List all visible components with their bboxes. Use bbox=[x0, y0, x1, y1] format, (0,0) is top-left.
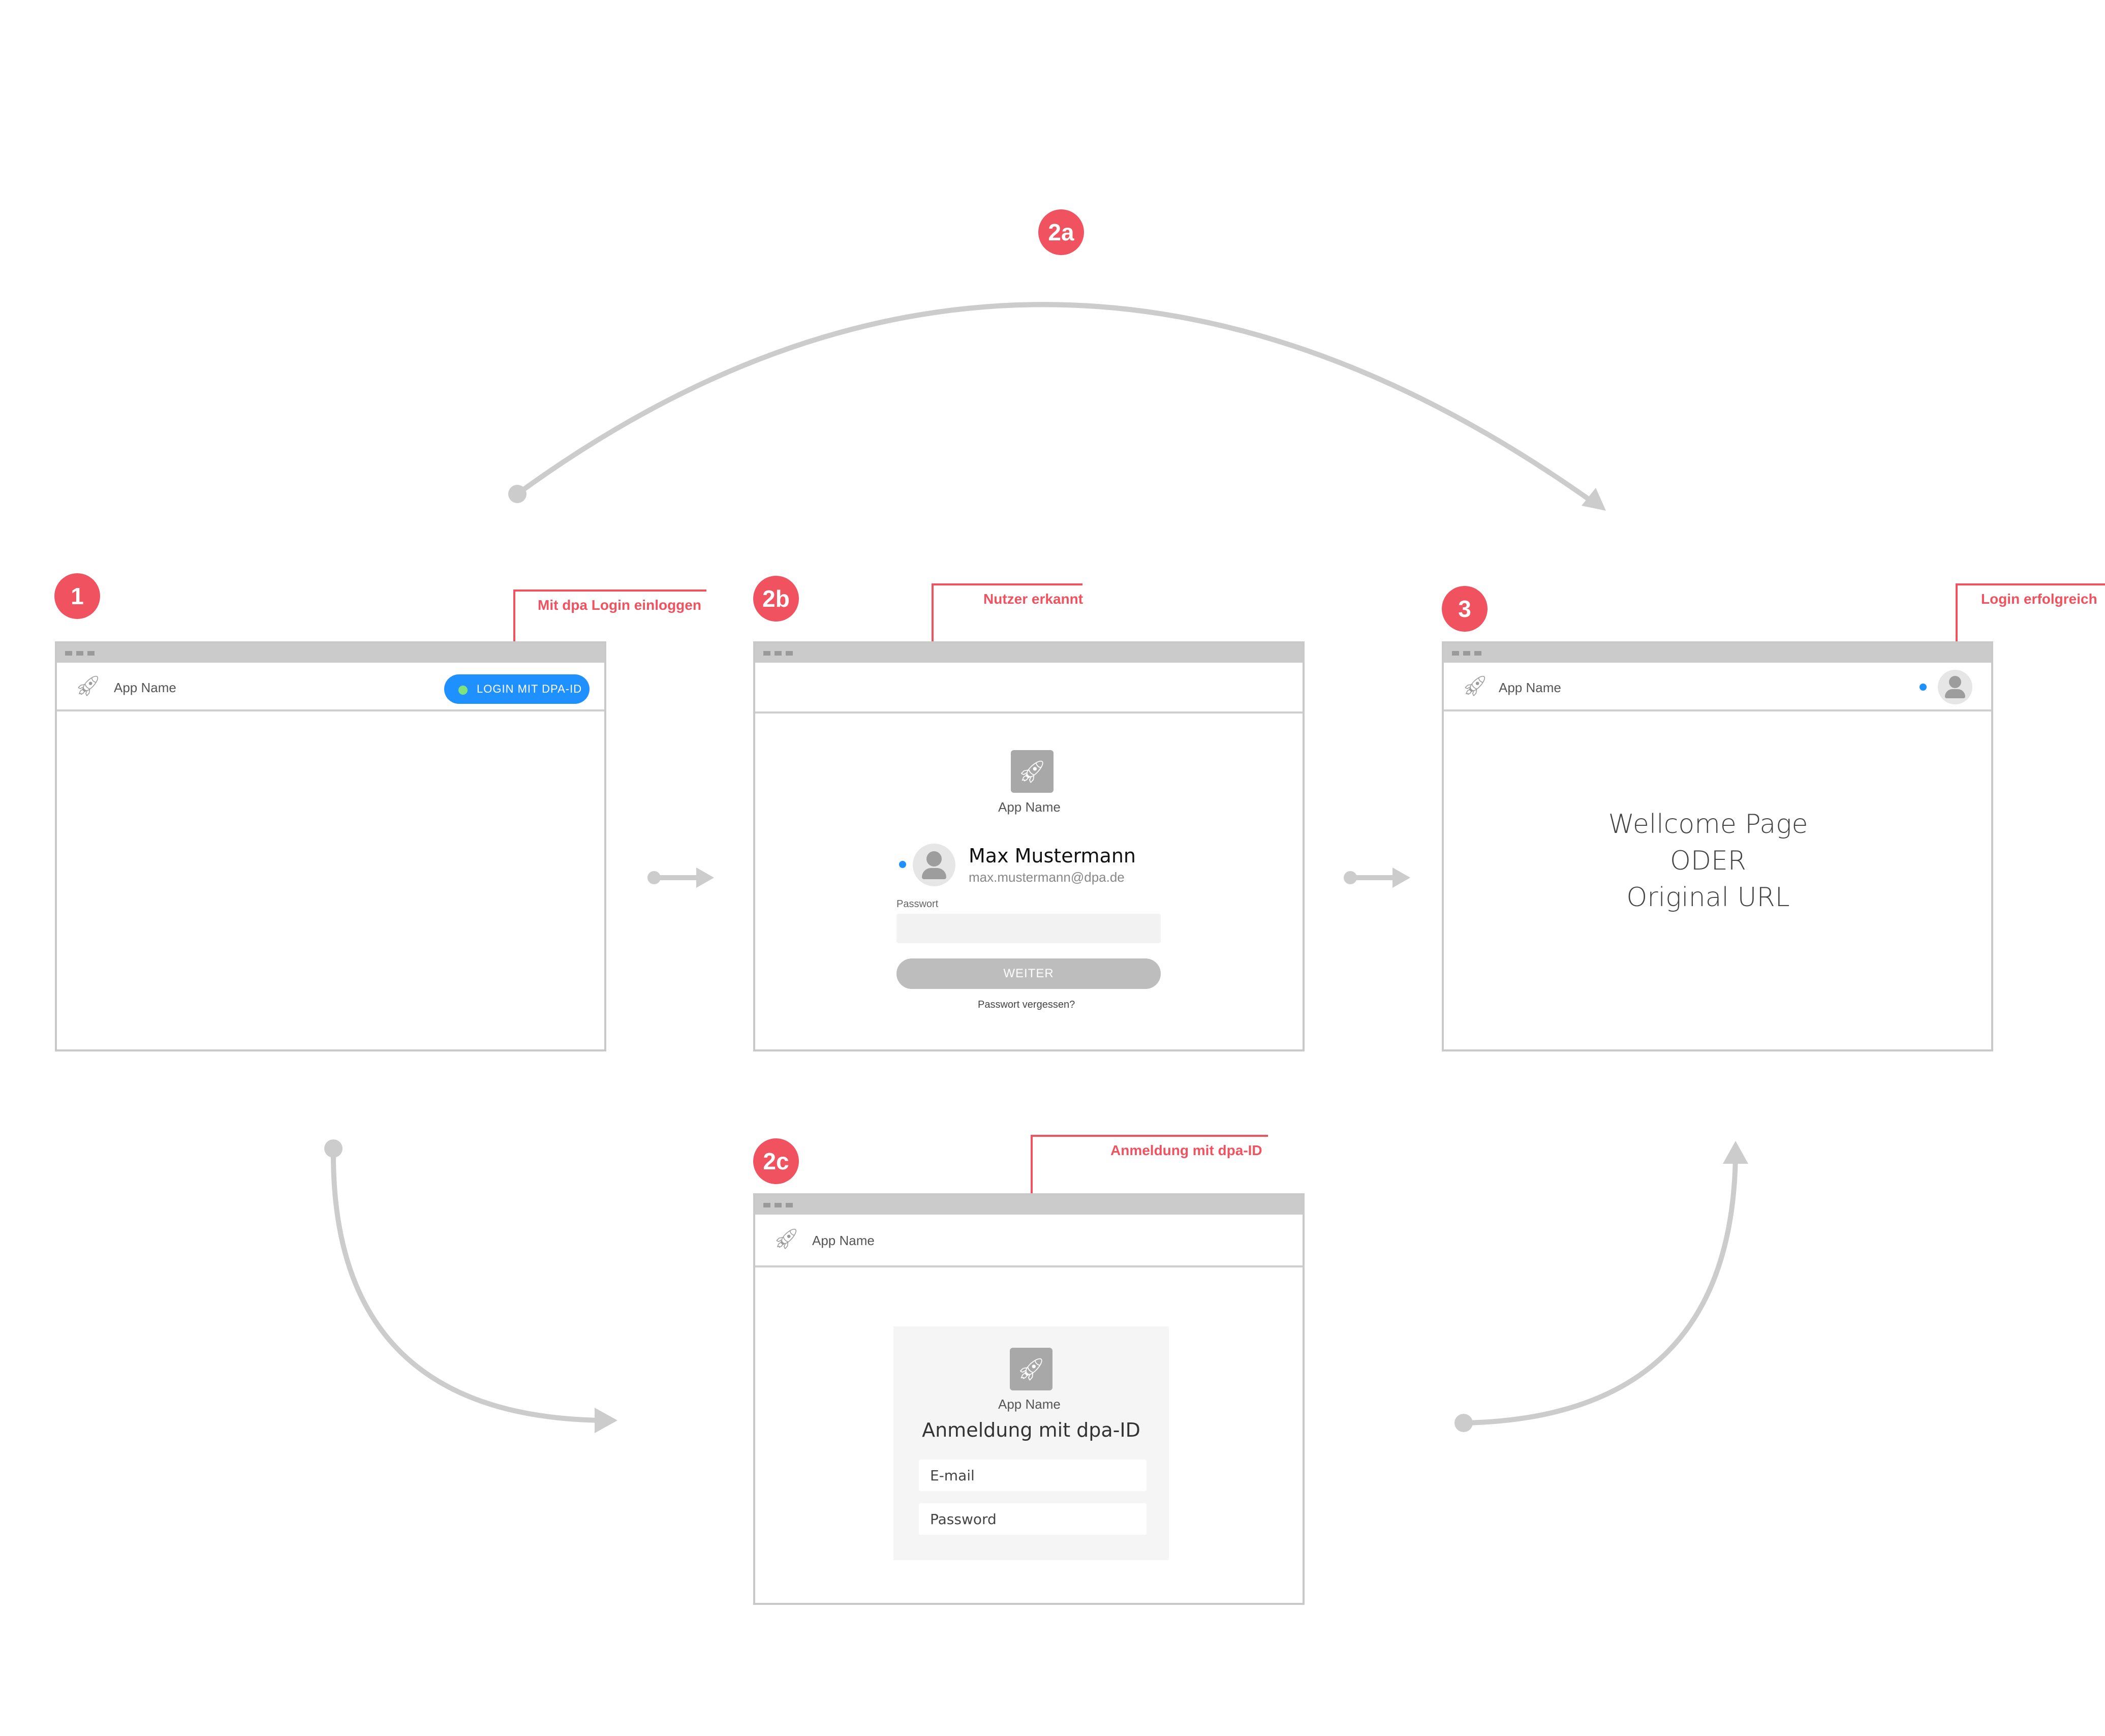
rocket-icon: 🚀︎ bbox=[75, 674, 101, 698]
window-titlebar bbox=[1444, 643, 1991, 663]
rocket-icon: 🚀︎ bbox=[1010, 1348, 1052, 1390]
rocket-icon: 🚀︎ bbox=[1462, 674, 1488, 698]
app-header: 🚀︎ App Name bbox=[1444, 663, 1991, 711]
password-input[interactable] bbox=[896, 914, 1161, 943]
step-badge-1: 1 bbox=[54, 573, 100, 619]
arrow-1-start-dot bbox=[647, 871, 661, 884]
step-badge-3: 3 bbox=[1442, 586, 1488, 632]
app-name: App Name bbox=[114, 680, 176, 695]
arc-right-arrowhead bbox=[1723, 1141, 1748, 1164]
app-name: App Name bbox=[998, 799, 1061, 815]
rocket-icon: 🚀︎ bbox=[773, 1227, 799, 1251]
arrow-1-head bbox=[696, 867, 714, 888]
dots-icon bbox=[763, 1203, 793, 1207]
status-dot bbox=[458, 686, 468, 695]
login-dpa-id-button[interactable]: LOGIN MIT DPA-ID bbox=[444, 674, 590, 704]
signin-heading: Anmeldung mit dpa-ID bbox=[922, 1419, 1140, 1441]
signin-card: 🚀︎ App Name Anmeldung mit dpa-ID E-mail … bbox=[893, 1326, 1169, 1560]
callout-login-success: Login erfolgreich bbox=[1981, 591, 2097, 607]
callout-login-dpa: Mit dpa Login einloggen bbox=[538, 597, 701, 613]
forgot-password-link[interactable]: Passwort vergessen? bbox=[978, 999, 1075, 1011]
arrow-2-start-dot bbox=[1344, 871, 1357, 884]
dots-icon bbox=[1452, 651, 1481, 656]
arrow-2-head bbox=[1392, 867, 1410, 888]
online-indicator bbox=[899, 861, 906, 868]
window-titlebar bbox=[755, 1195, 1303, 1215]
password-field[interactable]: Password bbox=[919, 1503, 1147, 1535]
user-email: max.mustermann@dpa.de bbox=[969, 870, 1125, 885]
welcome-line-1: Wellcome Page bbox=[1608, 809, 1808, 840]
online-indicator bbox=[1920, 684, 1927, 691]
arc-1-to-2c bbox=[330, 1146, 607, 1423]
step-badge-2b: 2b bbox=[753, 576, 799, 622]
callout-user-recognized: Nutzer erkannt bbox=[983, 591, 1084, 607]
rocket-icon: 🚀︎ bbox=[1011, 750, 1054, 793]
window-titlebar bbox=[755, 643, 1303, 663]
app-header: 🚀︎ App Name LOGIN MIT DPA-ID bbox=[57, 663, 604, 711]
step-badge-2c: 2c bbox=[753, 1138, 799, 1184]
continue-button[interactable]: WEITER bbox=[896, 958, 1161, 989]
callout-signin-dpa-id: Anmeldung mit dpa-ID bbox=[1110, 1142, 1262, 1158]
email-field[interactable]: E-mail bbox=[919, 1460, 1147, 1491]
app-header: 🚀︎ App Name bbox=[755, 1215, 1303, 1267]
app-name: App Name bbox=[812, 1233, 875, 1248]
app-name: App Name bbox=[1499, 680, 1561, 695]
arc-2c-to-3 bbox=[1461, 1151, 1738, 1425]
arc-2a-start-dot bbox=[508, 485, 527, 503]
welcome-line-3: Original URL bbox=[1626, 882, 1790, 913]
window-step-2b: 🚀︎ App Name Max Mustermann max.musterman… bbox=[753, 641, 1305, 1051]
user-name: Max Mustermann bbox=[969, 845, 1136, 867]
card-app-name: App Name bbox=[998, 1397, 1061, 1412]
step-badge-2a: 2a bbox=[1038, 209, 1084, 255]
window-step-3: 🚀︎ App Name Wellcome Page ODER Original … bbox=[1442, 641, 1993, 1051]
arc-left-arrowhead bbox=[595, 1408, 617, 1433]
dots-icon bbox=[65, 651, 95, 656]
window-titlebar bbox=[57, 643, 604, 663]
arc-left-start-dot bbox=[324, 1139, 343, 1158]
window-step-2c: 🚀︎ App Name 🚀︎ App Name Anmeldung mit dp… bbox=[753, 1193, 1305, 1605]
login-button-label: LOGIN MIT DPA-ID bbox=[477, 683, 582, 695]
arc-right-start-dot bbox=[1454, 1414, 1473, 1432]
welcome-content: Wellcome Page ODER Original URL bbox=[1444, 806, 1972, 916]
user-avatar-icon bbox=[913, 844, 955, 886]
dots-icon bbox=[763, 651, 793, 656]
user-avatar-icon[interactable] bbox=[1938, 670, 1972, 704]
app-header bbox=[755, 663, 1303, 714]
arc-2a bbox=[515, 302, 1593, 503]
password-label: Passwort bbox=[896, 898, 939, 910]
window-step-1: 🚀︎ App Name LOGIN MIT DPA-ID bbox=[55, 641, 606, 1051]
welcome-line-2: ODER bbox=[1670, 846, 1746, 876]
